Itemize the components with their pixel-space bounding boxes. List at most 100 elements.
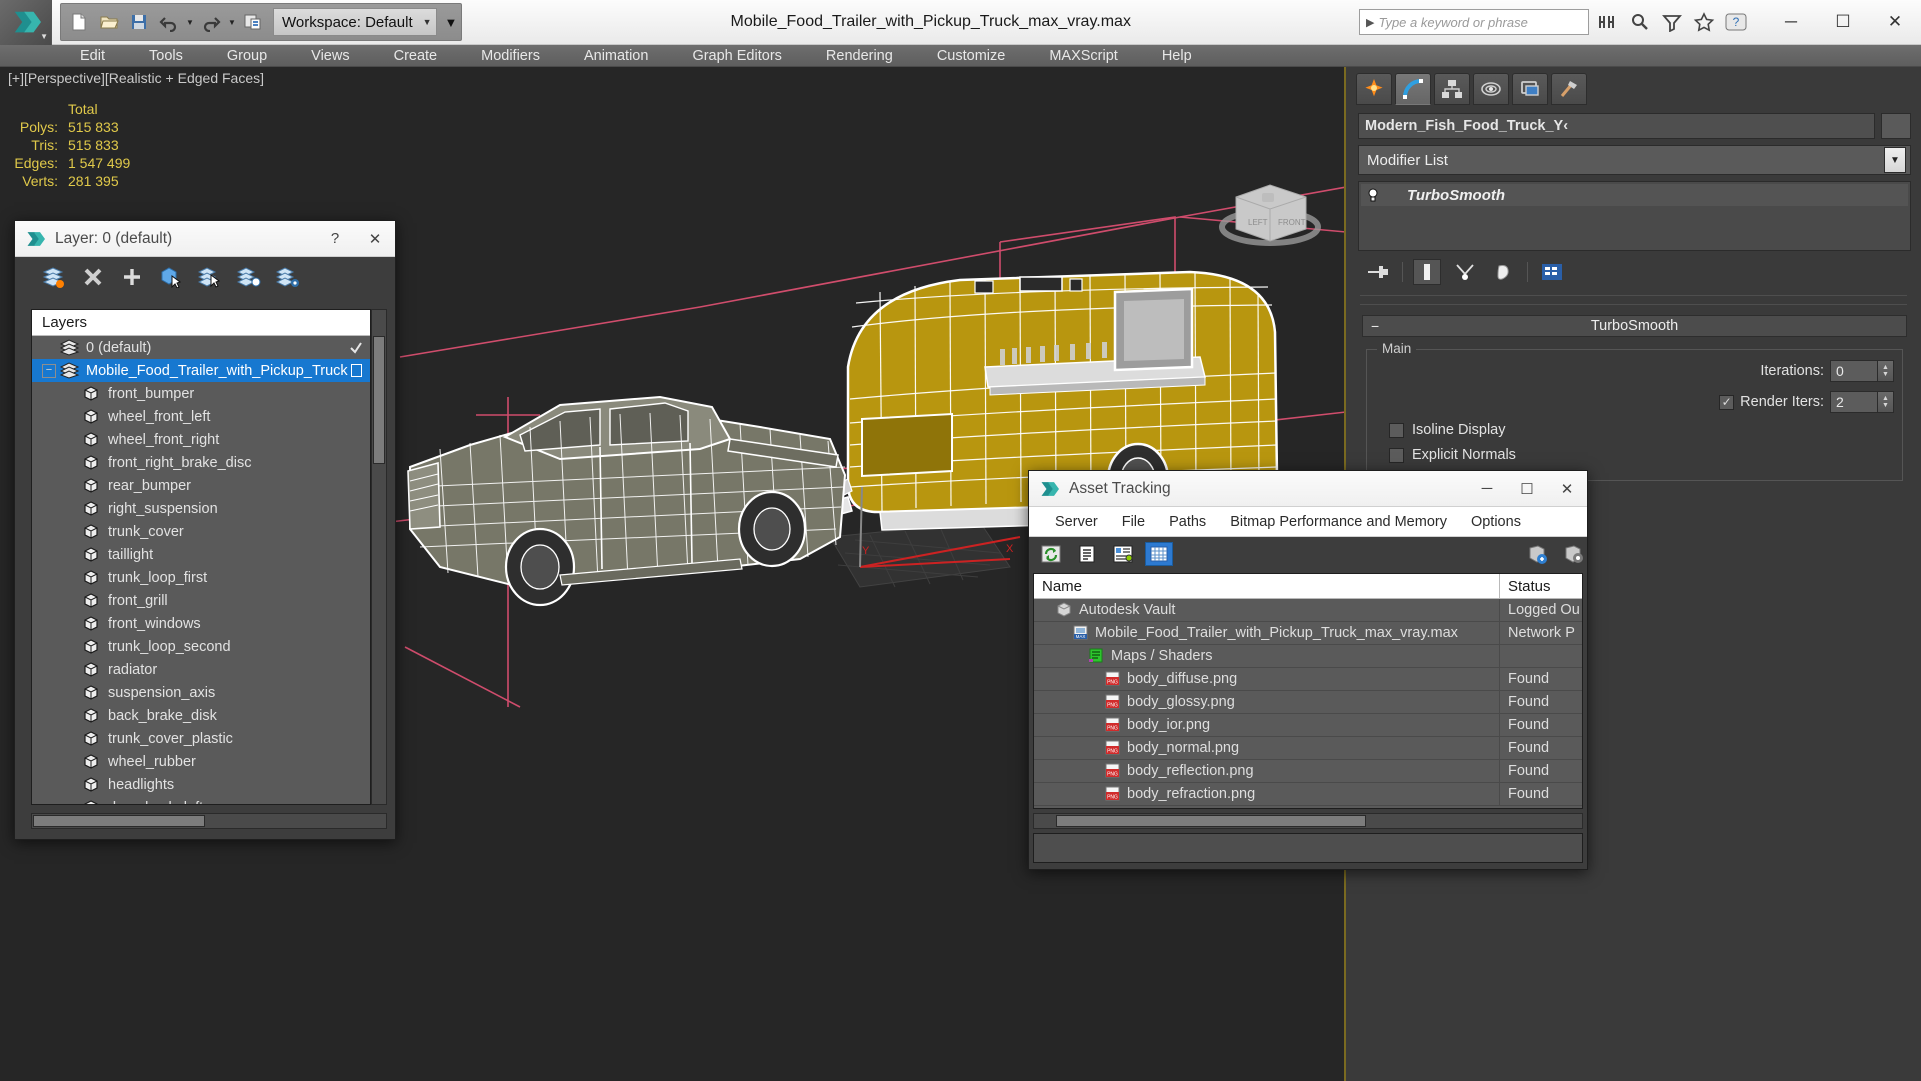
asset-menu-file[interactable]: File	[1110, 514, 1157, 530]
menu-item-edit[interactable]: Edit	[58, 45, 127, 67]
render-iters-checkbox[interactable]: ✓	[1719, 394, 1735, 410]
asset-tracking-close[interactable]: ✕	[1547, 471, 1587, 507]
layer-object-row[interactable]: front_right_brake_disc	[32, 451, 370, 474]
layer-object-row[interactable]: trunk_cover_plastic	[32, 727, 370, 750]
layer-dialog[interactable]: Layer: 0 (default) ? ✕ Layers 0 (default…	[14, 220, 396, 840]
layer-list-vertical-scrollbar[interactable]	[371, 309, 387, 805]
configure-modifier-sets-icon[interactable]	[1538, 259, 1566, 285]
hscrollbar-thumb[interactable]	[33, 815, 205, 827]
iterations-stepper[interactable]: 0 ▲ ▼	[1830, 360, 1894, 382]
vault-login-icon[interactable]	[1523, 542, 1551, 566]
layer-object-row[interactable]: trunk_loop_first	[32, 566, 370, 589]
undo-icon[interactable]	[155, 8, 183, 36]
explicit-normals-checkbox[interactable]	[1389, 447, 1404, 463]
add-selection-to-layer-icon[interactable]	[236, 264, 262, 290]
layer-object-row[interactable]: right_suspension	[32, 497, 370, 520]
spinner-arrows-icon-2[interactable]: ▲ ▼	[1878, 391, 1894, 413]
spinner-arrows-icon[interactable]: ▲ ▼	[1878, 360, 1894, 382]
collapse-icon[interactable]: −	[1371, 318, 1379, 334]
object-color-swatch[interactable]	[1881, 113, 1911, 139]
create-tab[interactable]	[1356, 73, 1392, 105]
select-highlighted-layer-icon[interactable]	[197, 264, 223, 290]
create-new-layer-icon[interactable]	[41, 264, 67, 290]
menu-item-modifiers[interactable]: Modifiers	[459, 45, 562, 67]
asset-menu-options[interactable]: Options	[1459, 514, 1533, 530]
vault-settings-icon[interactable]	[1559, 542, 1587, 566]
display-tab[interactable]	[1512, 73, 1548, 105]
menu-item-help[interactable]: Help	[1140, 45, 1214, 67]
render-iters-stepper[interactable]: 2 ▲ ▼	[1830, 391, 1894, 413]
menu-item-animation[interactable]: Animation	[562, 45, 670, 67]
asset-row[interactable]: PNG body_glossy.png Found	[1034, 691, 1582, 714]
modifier-stack-entry[interactable]: TurboSmooth	[1361, 184, 1908, 206]
save-icon[interactable]	[125, 8, 153, 36]
layer-object-row[interactable]: door_back_left	[32, 796, 370, 804]
layer-object-row[interactable]: back_brake_disk	[32, 704, 370, 727]
layer-hide-toggle[interactable]	[342, 359, 370, 382]
favorites-star-icon[interactable]	[1691, 9, 1717, 35]
menu-item-tools[interactable]: Tools	[127, 45, 205, 67]
asset-menu-bitmap-performance-and-memory[interactable]: Bitmap Performance and Memory	[1218, 514, 1459, 530]
layer-object-row[interactable]: wheel_rubber	[32, 750, 370, 773]
grid-view-icon[interactable]	[1145, 542, 1173, 566]
layer-object-row[interactable]: wheel_front_left	[32, 405, 370, 428]
delete-layer-icon[interactable]	[80, 264, 106, 290]
menu-item-group[interactable]: Group	[205, 45, 289, 67]
asset-tracking-dialog[interactable]: Asset Tracking ─ ☐ ✕ Server File Paths Bitm…	[1028, 470, 1588, 870]
open-icon[interactable]	[95, 8, 123, 36]
chevron-down-icon[interactable]: ▼	[1884, 147, 1906, 173]
active-layer-check-icon[interactable]	[342, 336, 370, 359]
layer-object-row[interactable]: headlights	[32, 773, 370, 796]
close-button[interactable]: ✕	[1869, 0, 1921, 45]
show-end-result-icon[interactable]	[1413, 259, 1441, 285]
help-icon[interactable]: ?	[1723, 9, 1749, 35]
layer-row[interactable]: 0 (default)	[32, 336, 370, 359]
new-icon[interactable]	[65, 8, 93, 36]
layer-object-row[interactable]: front_bumper	[32, 382, 370, 405]
light-bulb-icon[interactable]	[1367, 188, 1379, 202]
filter-icon[interactable]	[1659, 9, 1685, 35]
redo-dropdown-icon[interactable]: ▼	[227, 18, 237, 27]
utilities-tab[interactable]	[1551, 73, 1587, 105]
column-header-name[interactable]: Name	[1034, 574, 1500, 598]
layer-object-row[interactable]: wheel_front_right	[32, 428, 370, 451]
scrollbar-thumb[interactable]	[373, 336, 385, 464]
menu-item-maxscript[interactable]: MAXScript	[1027, 45, 1140, 67]
asset-hscroll-thumb[interactable]	[1056, 815, 1366, 827]
asset-row[interactable]: MAX Mobile_Food_Trailer_with_Pickup_Truck…	[1034, 622, 1582, 645]
asset-menu-paths[interactable]: Paths	[1157, 514, 1218, 530]
layer-dialog-titlebar[interactable]: Layer: 0 (default) ? ✕	[15, 221, 395, 257]
asset-row[interactable]: PNG body_refraction.png Found	[1034, 783, 1582, 806]
add-layer-icon[interactable]	[119, 264, 145, 290]
workspace-selector[interactable]: Workspace: Default ▼	[273, 8, 437, 36]
isoline-display-checkbox[interactable]	[1389, 422, 1404, 438]
layer-object-row[interactable]: taillight	[32, 543, 370, 566]
list-view-icon[interactable]	[1073, 542, 1101, 566]
asset-menu-server[interactable]: Server	[1043, 514, 1110, 530]
layer-row[interactable]: − Mobile_Food_Trailer_with_Pickup_Truck	[32, 359, 370, 382]
project-folder-icon[interactable]	[239, 8, 267, 36]
layer-list[interactable]: Layers 0 (default) − Mobile_Food_Trailer_w…	[31, 309, 371, 805]
asset-row[interactable]: PNG body_ior.png Found	[1034, 714, 1582, 737]
render-iters-value[interactable]: 2	[1830, 391, 1878, 413]
layer-object-row[interactable]: trunk_loop_second	[32, 635, 370, 658]
asset-row[interactable]: PNG body_diffuse.png Found	[1034, 668, 1582, 691]
layer-object-row[interactable]: trunk_cover	[32, 520, 370, 543]
rollout-header[interactable]: − TurboSmooth	[1362, 315, 1907, 337]
asset-row[interactable]: PNG body_normal.png Found	[1034, 737, 1582, 760]
asset-list-grid[interactable]: Name Status Autodesk Vault Logged Ou MAX Mo…	[1033, 573, 1583, 809]
asset-row[interactable]: PNG body_reflection.png Found	[1034, 760, 1582, 783]
menu-item-views[interactable]: Views	[289, 45, 371, 67]
layer-object-row[interactable]: front_grill	[32, 589, 370, 612]
layer-properties-icon[interactable]	[275, 264, 301, 290]
layer-object-row[interactable]: radiator	[32, 658, 370, 681]
asset-tracking-titlebar[interactable]: Asset Tracking ─ ☐ ✕	[1029, 471, 1587, 507]
menu-item-rendering[interactable]: Rendering	[804, 45, 915, 67]
menu-item-create[interactable]: Create	[372, 45, 460, 67]
motion-tab[interactable]	[1473, 73, 1509, 105]
render-setup-icon[interactable]	[1595, 9, 1621, 35]
undo-dropdown-icon[interactable]: ▼	[185, 18, 195, 27]
expand-collapse-icon[interactable]: −	[42, 363, 56, 378]
select-objects-icon[interactable]	[158, 264, 184, 290]
modifier-list-dropdown[interactable]: Modifier List ▼	[1358, 145, 1911, 175]
